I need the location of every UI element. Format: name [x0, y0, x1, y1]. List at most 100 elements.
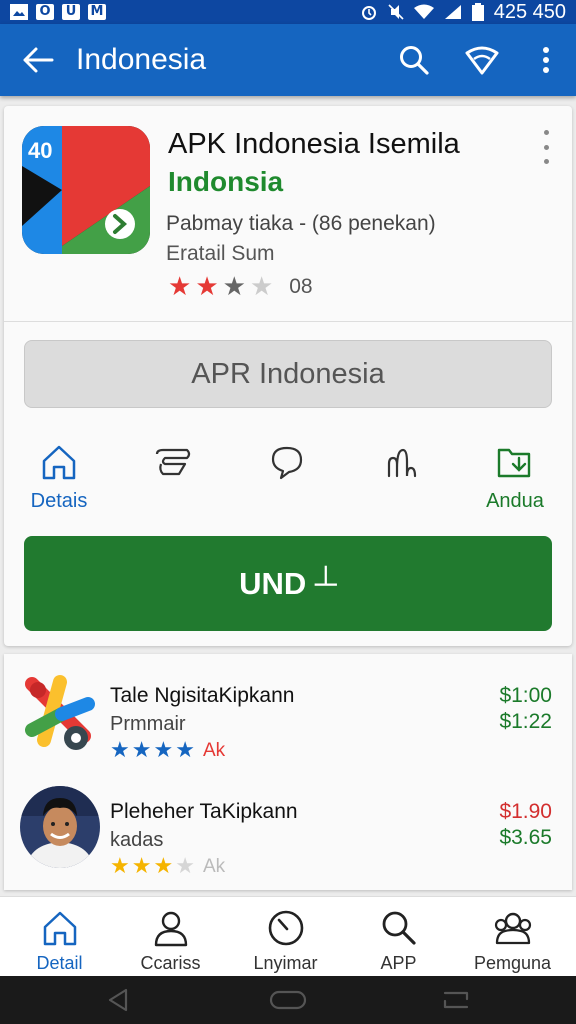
star-icon: ★ — [222, 272, 246, 302]
tab-chat[interactable] — [232, 442, 342, 522]
rating-count: 08 — [289, 275, 313, 298]
system-recents-button[interactable] — [434, 976, 478, 1024]
star-icon: ★ — [110, 738, 130, 763]
price: $1:00 — [499, 684, 552, 707]
rating-label: Ak — [202, 856, 226, 877]
secondary-button[interactable]: APR Indonesia — [24, 340, 552, 408]
install-button[interactable]: UND ┴ — [24, 536, 552, 631]
u-icon: U — [62, 4, 80, 20]
star-icon: ★ — [175, 854, 195, 879]
action-tabs: Detais Andua — [4, 442, 572, 522]
developer-name[interactable]: Indonsia — [168, 166, 283, 198]
rating-label: Ak — [202, 740, 226, 761]
m-icon: M — [88, 4, 106, 20]
page-title: Indonesia — [76, 43, 207, 76]
nav-label: Detail — [36, 953, 83, 973]
status-time: 425 450 — [493, 0, 566, 23]
tab-tag[interactable] — [118, 442, 228, 522]
home-pill-icon — [269, 990, 307, 1010]
mute-icon — [388, 3, 404, 21]
folder-download-icon — [497, 448, 531, 478]
clock-icon — [268, 910, 303, 946]
nav-detail[interactable]: Detail — [2, 897, 117, 977]
price: $1.90 — [499, 800, 552, 823]
notification-icons: O U M — [10, 4, 106, 20]
tag-icon — [155, 448, 191, 476]
wifi-icon — [465, 46, 499, 75]
search-icon — [400, 46, 429, 75]
list-item-rating: ★ ★ ★ ★ Ak — [110, 856, 225, 878]
tab-graph[interactable] — [346, 442, 456, 522]
tab-download[interactable]: Andua — [460, 442, 570, 522]
tab-label: Detais — [30, 490, 88, 512]
nav-label: APP — [380, 953, 417, 973]
divider — [4, 321, 572, 322]
star-icon: ★ — [131, 854, 152, 879]
wifi-icon — [413, 4, 434, 20]
alarm-icon — [360, 3, 378, 21]
nav-label: Lnyimar — [253, 953, 318, 973]
more-vert-icon — [543, 47, 549, 73]
overflow-menu-button[interactable] — [516, 24, 576, 96]
star-icon: ★ — [131, 738, 152, 763]
back-button[interactable] — [0, 24, 76, 96]
app-icon-badge: 40 — [28, 138, 52, 163]
system-navigation — [0, 976, 576, 1024]
recents-icon — [443, 991, 469, 1009]
list-item[interactable]: Pleheher TaKipkann kadas ★ ★ ★ ★ Ak $1.9… — [4, 776, 572, 888]
star-icon: ★ — [110, 854, 130, 879]
arrow-left-icon — [23, 47, 54, 73]
group-icon — [494, 912, 531, 945]
list-item-subtitle: kadas — [110, 829, 164, 851]
person-icon — [154, 911, 187, 947]
app-icon — [22, 674, 98, 756]
app-rating: ★ ★ ★ ★ 08 — [168, 274, 313, 300]
signal-icon — [444, 4, 462, 20]
list-item-title: Tale NgisitaKipkann — [110, 684, 295, 707]
speech-bubble-icon — [271, 446, 303, 480]
home-icon — [42, 445, 76, 480]
app-meta-line: Pabmay tiaka - (86 penekan) — [166, 212, 436, 235]
star-icon: ★ — [175, 738, 195, 763]
card-overflow-button[interactable] — [536, 130, 556, 164]
list-item-title: Pleheher TaKipkann — [110, 800, 298, 823]
o-icon: O — [36, 4, 54, 20]
star-icon: ★ — [153, 854, 174, 879]
list-item[interactable]: Tale NgisitaKipkann Prmmair ★ ★ ★ ★ Ak $… — [4, 660, 572, 772]
price-secondary: $1:22 — [499, 710, 552, 733]
avatar — [20, 786, 100, 868]
app-bar: Indonesia — [0, 24, 576, 96]
price-secondary: $3.65 — [499, 826, 552, 849]
star-icon: ★ — [195, 272, 219, 302]
battery-icon — [471, 3, 484, 21]
nav-lnyimar[interactable]: Lnyimar — [228, 897, 343, 977]
related-apps-list: Tale NgisitaKipkann Prmmair ★ ★ ★ ★ Ak $… — [4, 654, 572, 890]
list-item-subtitle: Prmmair — [110, 713, 186, 735]
search-icon — [382, 911, 416, 945]
tab-details[interactable]: Detais — [4, 442, 114, 522]
app-name: APK Indonesia Isemila — [168, 128, 460, 160]
nav-ccariss[interactable]: Ccariss — [113, 897, 228, 977]
status-bar: O U M 425 450 — [0, 0, 576, 24]
nav-label: Pemguna — [473, 953, 552, 973]
app-meta-line-2: Eratail Sum — [166, 242, 275, 265]
system-back-button[interactable] — [96, 976, 140, 1024]
search-button[interactable] — [380, 24, 448, 96]
home-icon — [43, 911, 76, 946]
app-icon[interactable]: 40 — [22, 126, 150, 254]
nav-pemguna[interactable]: Pemguna — [455, 897, 570, 977]
back-triangle-icon — [108, 988, 128, 1012]
app-card: 40 APK Indonesia Isemila Indonsia Pabmay… — [4, 106, 572, 646]
bottom-navigation: Detail Ccariss Lnyimar APP Pemguna — [0, 896, 576, 976]
star-icon: ★ — [168, 272, 192, 302]
nav-app[interactable]: APP — [341, 897, 456, 977]
star-icon: ★ — [153, 738, 174, 763]
list-item-rating: ★ ★ ★ ★ Ak — [110, 740, 225, 762]
star-icon: ★ — [249, 272, 274, 302]
system-home-button[interactable] — [266, 976, 310, 1024]
graph-icon — [387, 448, 417, 478]
gallery-icon — [10, 4, 28, 20]
nav-label: Ccariss — [140, 953, 201, 973]
wifi-button[interactable] — [448, 24, 516, 96]
tab-label: Andua — [486, 490, 544, 512]
